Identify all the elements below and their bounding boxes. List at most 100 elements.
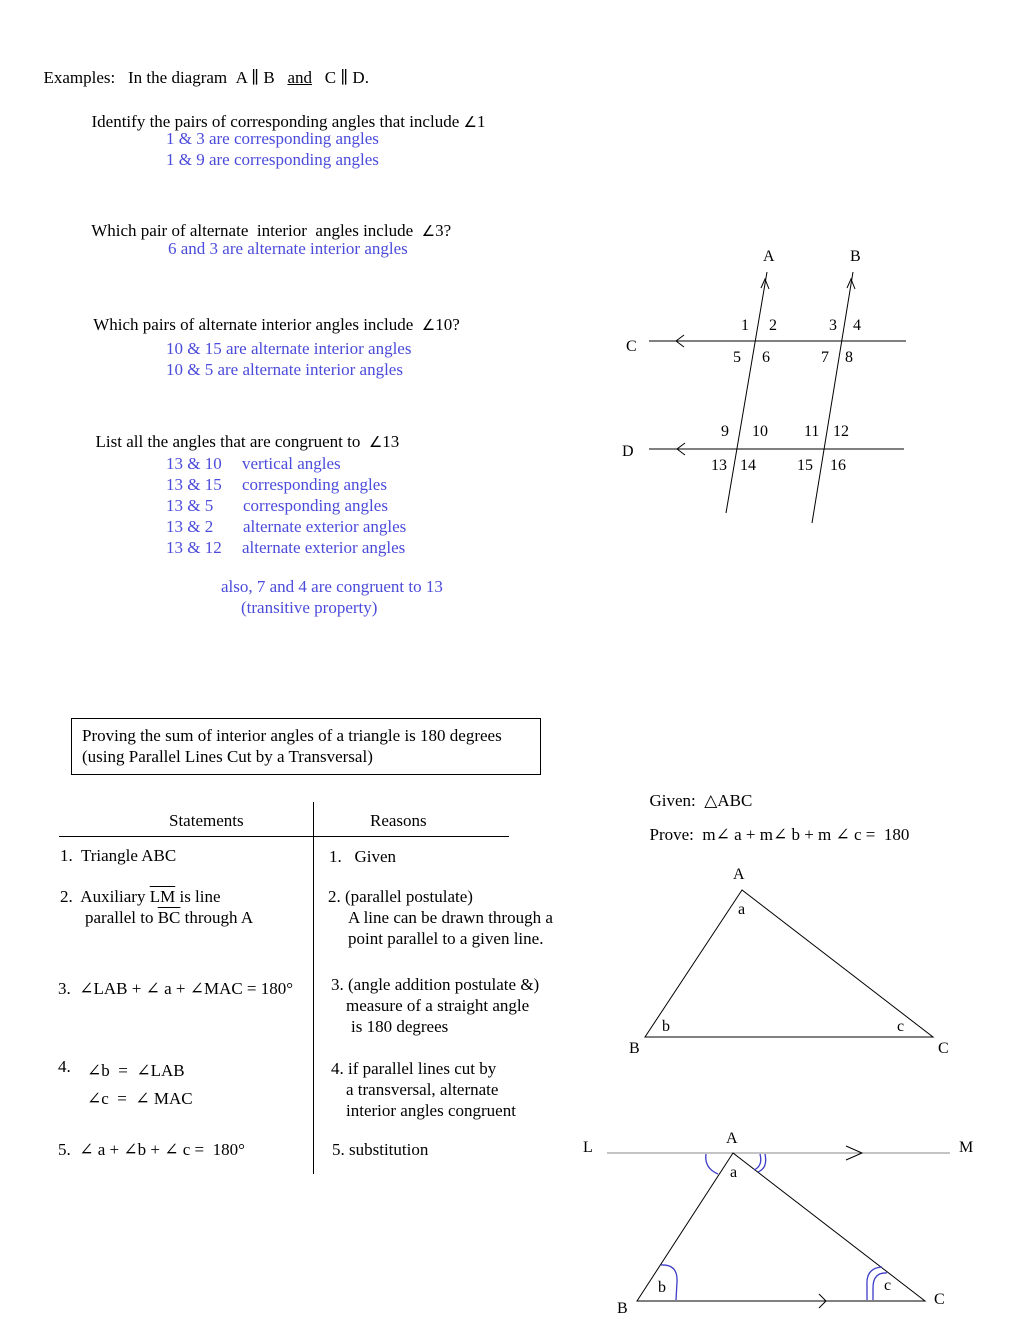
vertex-a-2: A [726, 1130, 738, 1147]
question-2-angle: 3? [435, 221, 452, 240]
statement-4-line-1: ∠b = ∠LAB [87, 1061, 185, 1080]
transversal-a [725, 271, 768, 514]
answer-1-1: 1 & 3 are corresponding angles [166, 129, 379, 148]
reason-3-line-2: measure of a straight angle [346, 996, 530, 1015]
angle-a-label: a [738, 901, 745, 918]
question-3: Which pairs of alternate interior angles… [85, 293, 460, 336]
angle-number: 10 [752, 423, 768, 440]
angle-b-label: b [662, 1018, 670, 1035]
question-3-text: Which pairs of alternate interior angles… [93, 315, 414, 334]
angle-icon: ∠ [421, 222, 436, 240]
statement-2-pre: 2. Auxiliary [60, 887, 150, 906]
vertex-b: B [629, 1040, 640, 1057]
label-d: D [622, 443, 634, 460]
answer-2-1: 6 and 3 are alternate interior angles [168, 239, 408, 258]
triangle-abc: A B C a b c [629, 866, 949, 1057]
angle-number: 16 [830, 457, 846, 474]
question-3-angle: 10? [435, 315, 460, 334]
statement-2-line2-post: through A [180, 908, 254, 927]
angle-number: 4 [853, 317, 861, 334]
statement-4-line-2: ∠c = ∠ MAC [87, 1089, 193, 1108]
answer-1-2: 1 & 9 are corresponding angles [166, 150, 379, 169]
reason-2-line-3: point parallel to a given line. [348, 929, 544, 948]
arc-mac-inner [753, 1153, 762, 1171]
angle-number: 15 [797, 457, 813, 474]
prove-label: Prove: [649, 825, 694, 844]
segment-lm: LM [149, 887, 176, 906]
table-divider-horizontal [59, 836, 509, 837]
segment-bc: BC [157, 908, 181, 927]
congruent-reason: corresponding angles [243, 496, 388, 515]
arc-c-outer [866, 1266, 883, 1300]
question-1: Identify the pairs of corresponding angl… [83, 90, 486, 133]
examples-label: Examples: [43, 68, 116, 87]
intro-text: In the diagram [128, 68, 228, 87]
angle-number: 8 [845, 349, 853, 366]
angle-number: 14 [740, 457, 756, 474]
reason-4-line-3: interior angles congruent [346, 1101, 516, 1120]
parallel-c-d: C ∥ D. [324, 68, 369, 87]
congruent-reason: corresponding angles [242, 475, 387, 494]
transversal-b [811, 271, 854, 524]
angle-number: 6 [762, 349, 770, 366]
statement-5: 5. ∠ a + ∠b + ∠ c = 180° [58, 1140, 245, 1159]
reason-3-line-3: is 180 degrees [351, 1017, 449, 1036]
point-l: L [583, 1139, 593, 1156]
proof-title-box: Proving the sum of interior angles of a … [71, 718, 541, 775]
angle-number: 7 [821, 349, 829, 366]
arc-lab [705, 1153, 719, 1175]
arrow-lm-icon [845, 1145, 864, 1161]
angle-icon: ∠ [368, 433, 383, 451]
congruent-pair: 13 & 5 [166, 496, 214, 515]
angle-number: 5 [733, 349, 741, 366]
examples-heading: Examples: In the diagram A ∥ B and C ∥ D… [35, 46, 369, 88]
statement-2-line-2: parallel to BC through A [85, 907, 253, 928]
question-1-angle: 1 [476, 112, 486, 131]
angle-number: 12 [833, 423, 849, 440]
congruent-reason: vertical angles [242, 454, 341, 473]
vertex-a: A [733, 866, 745, 883]
arrow-bc-icon [818, 1293, 827, 1309]
arc-c-inner [872, 1272, 888, 1300]
statement-1: 1. Triangle ABC [60, 846, 177, 865]
reason-4-line-2: a transversal, alternate [346, 1080, 499, 1099]
angle-c-label-2: c [884, 1277, 891, 1294]
congruent-pair: 13 & 10 [166, 454, 222, 473]
congruent-pair: 13 & 2 [166, 517, 214, 536]
congruent-reason: alternate exterior angles [243, 517, 407, 536]
triangle-abc-shape [644, 889, 935, 1038]
transitive-property-note: (transitive property) [241, 598, 378, 617]
angle-number: 9 [721, 423, 729, 440]
proof-title-line-2: (using Parallel Lines Cut by a Transvers… [82, 747, 373, 766]
reason-2-line-1: 2. (parallel postulate) [328, 887, 473, 906]
statement-2-mid: is line [175, 887, 221, 906]
arrow-c-icon [675, 334, 685, 348]
reasons-header: Reasons [370, 811, 427, 830]
and-text: and [287, 68, 312, 87]
angle-number: 1 [741, 317, 749, 334]
angle-c-label: c [897, 1018, 904, 1035]
angle-icon: ∠ [421, 316, 436, 334]
angle-number: 2 [769, 317, 777, 334]
congruent-reason: alternate exterior angles [242, 538, 406, 557]
question-2: Which pair of alternate interior angles … [83, 199, 451, 242]
reason-4-line-1: 4. if parallel lines cut by [331, 1059, 497, 1078]
arc-mac-outer [757, 1153, 767, 1173]
angle-a-label-2: a [730, 1164, 737, 1181]
statement-4-number: 4. [58, 1057, 71, 1076]
prove-line: Prove: m∠ a + m∠ b + m ∠ c = 180 [641, 803, 910, 845]
angle-icon: ∠ [463, 113, 477, 131]
triangle-abc-2-shape [636, 1152, 927, 1302]
prove-value: m∠ a + m∠ b + m ∠ c = 180 [702, 825, 910, 844]
congruent-pair: 13 & 15 [166, 475, 222, 494]
label-a: A [763, 248, 775, 265]
vertex-c: C [938, 1040, 949, 1057]
reason-5: 5. substitution [332, 1140, 429, 1159]
label-b: B [850, 248, 861, 265]
question-4-text: List all the angles that are congruent t… [95, 432, 361, 451]
arc-b [660, 1264, 678, 1301]
vertex-c-2: C [934, 1291, 945, 1308]
vertex-b-2: B [617, 1300, 628, 1317]
table-divider-vertical [313, 802, 314, 1174]
congruent-pair: 13 & 12 [166, 538, 222, 557]
